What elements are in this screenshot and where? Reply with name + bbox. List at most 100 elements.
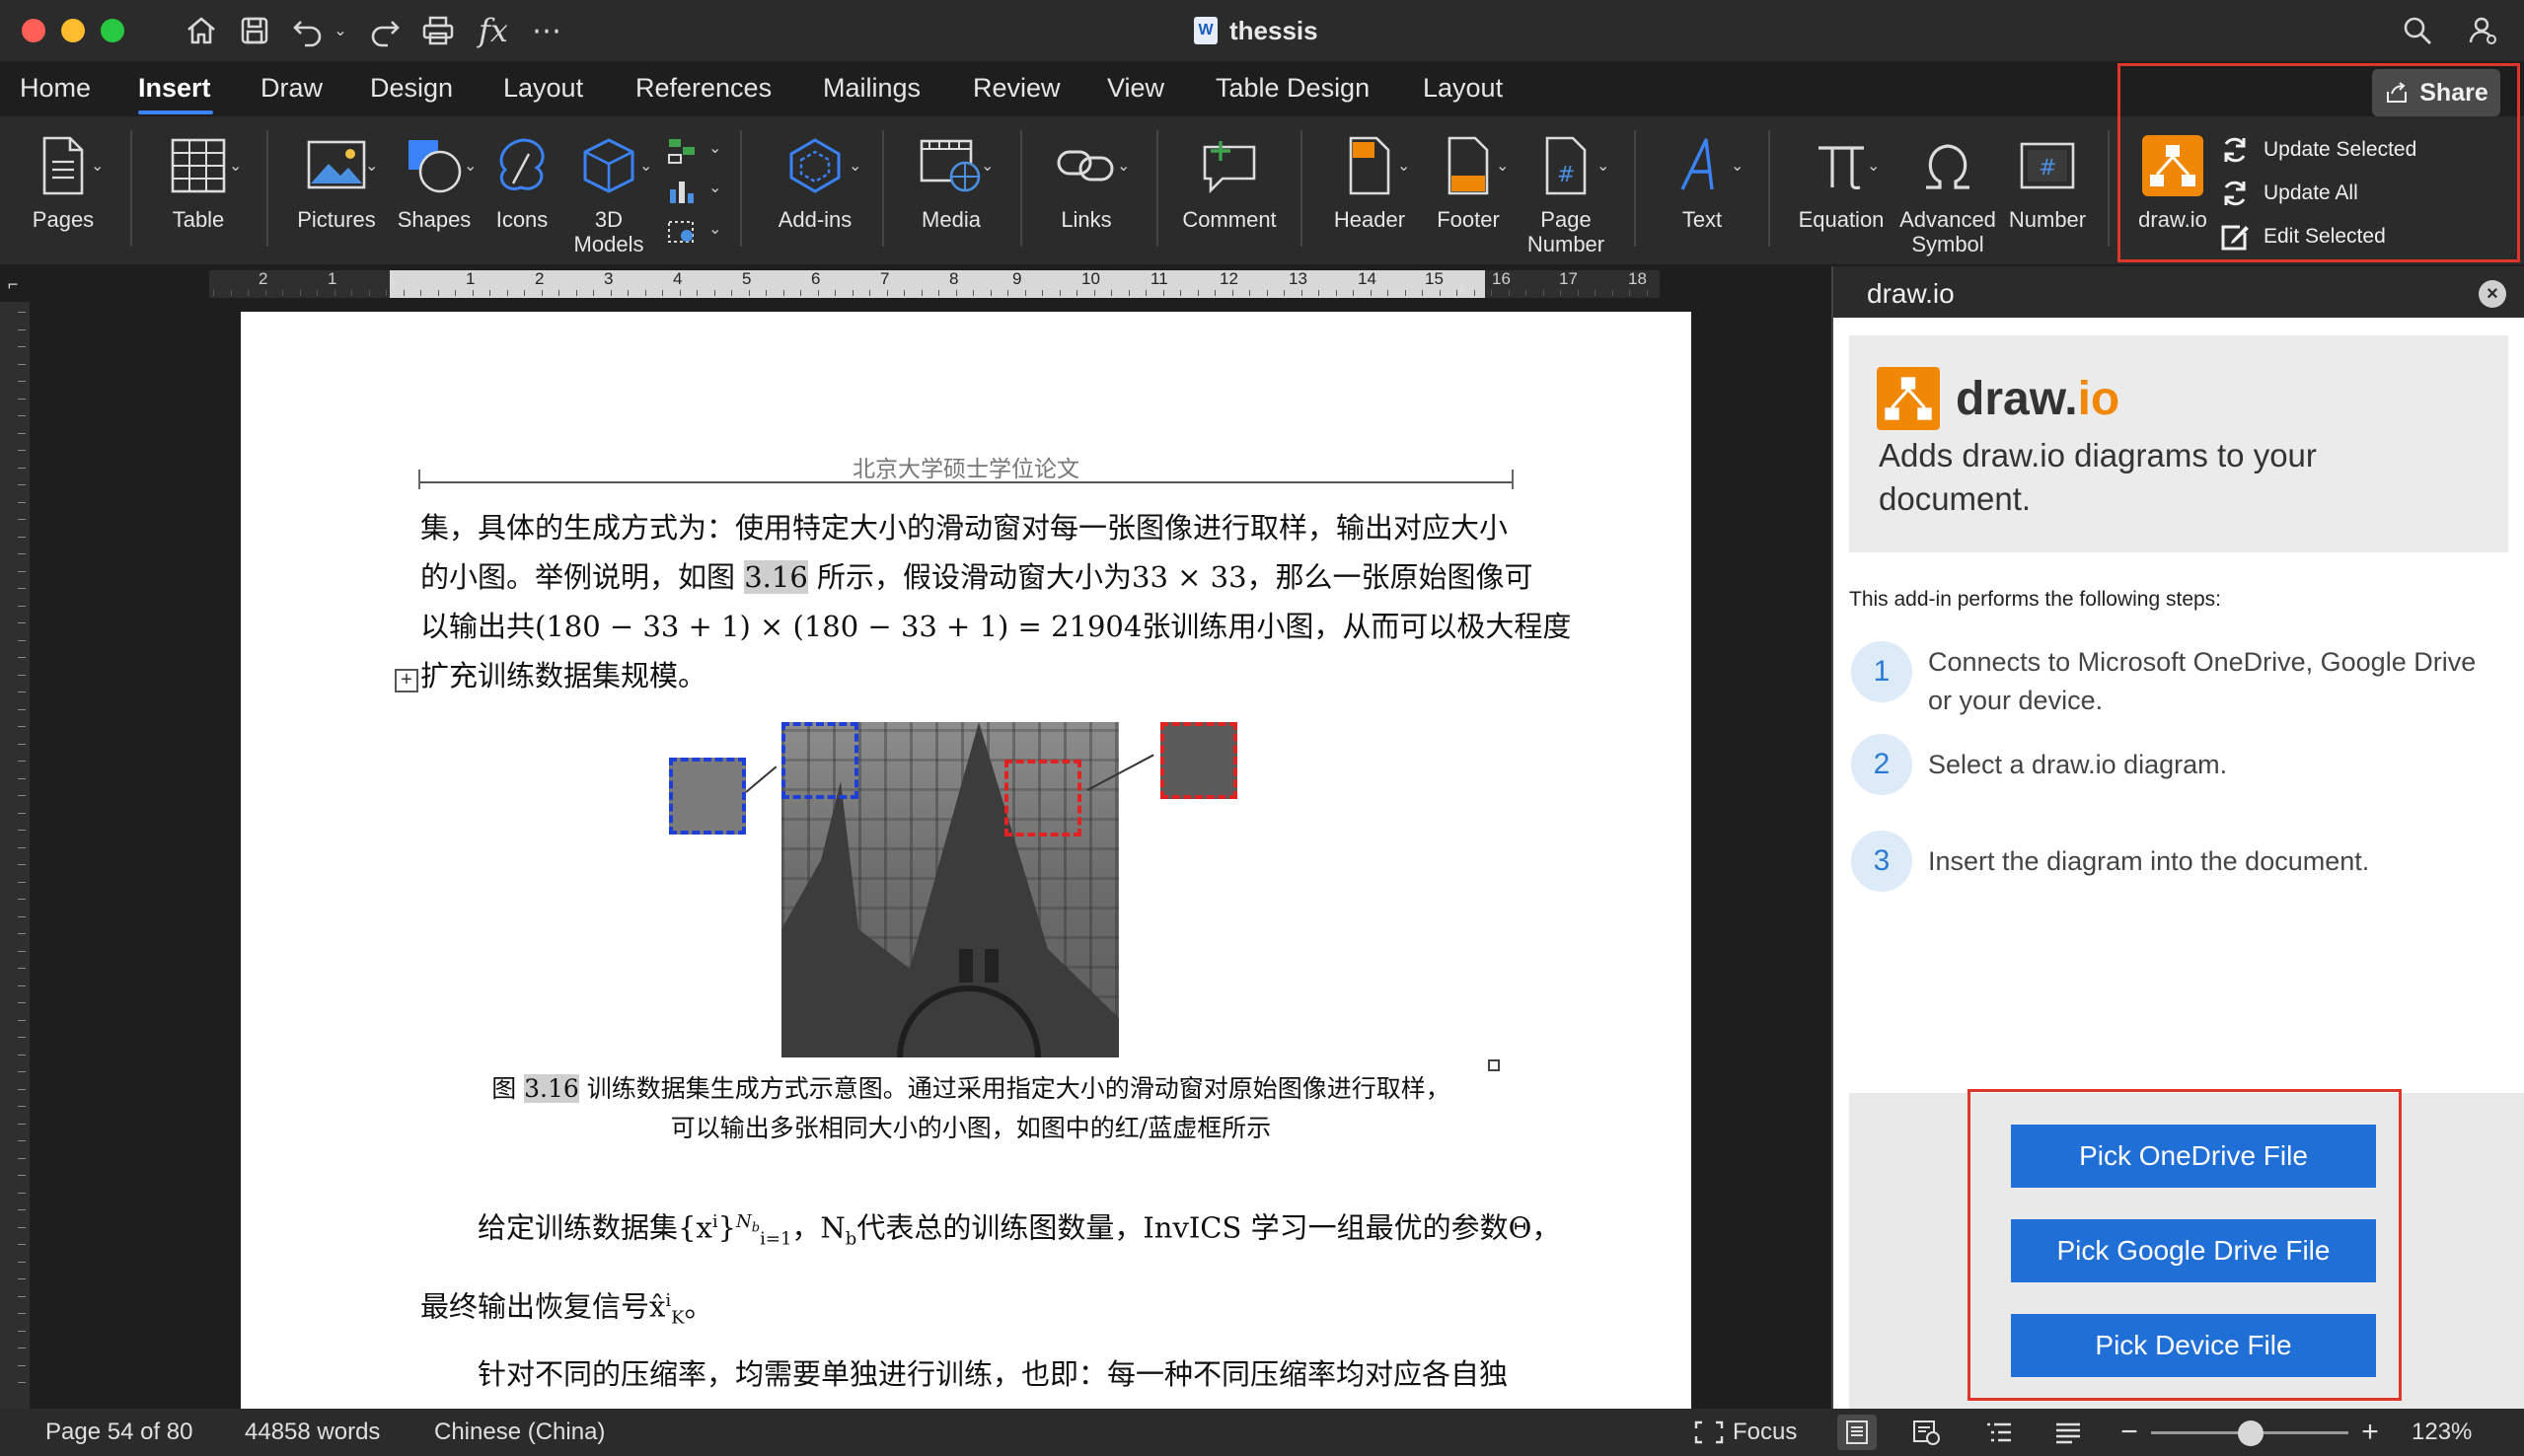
tab-design[interactable]: Design [370, 73, 453, 104]
tab-table-layout[interactable]: Layout [1423, 73, 1503, 104]
page-count[interactable]: Page 54 of 80 [45, 1419, 192, 1446]
tab-table-design[interactable]: Table Design [1216, 73, 1370, 104]
add-ins-dropdown-chevron-icon[interactable]: ⌄ [849, 156, 861, 176]
pages-dropdown-chevron-icon[interactable]: ⌄ [91, 156, 104, 176]
search-icon[interactable] [2398, 12, 2437, 49]
word-count[interactable]: 44858 words [245, 1419, 380, 1446]
maximize-window-button[interactable] [101, 19, 124, 42]
tab-layout[interactable]: Layout [503, 73, 583, 104]
vertical-ruler[interactable] [0, 302, 30, 1409]
shapes-dropdown-chevron-icon[interactable]: ⌄ [464, 156, 477, 176]
media-dropdown-chevron-icon[interactable]: ⌄ [981, 156, 994, 176]
pictures-button[interactable]: Pictures [292, 130, 381, 232]
smartart-dropdown-chevron-icon[interactable]: ⌄ [708, 138, 721, 158]
pictures-dropdown-chevron-icon[interactable]: ⌄ [365, 156, 378, 176]
pick-google-drive-file-button[interactable]: Pick Google Drive File [2011, 1219, 2376, 1282]
document-canvas[interactable]: 北京大学硕士学位论文 集，具体的生成方式为：使用特定大小的滑动窗对每一张图像进行… [30, 302, 1835, 1409]
outline-view-icon[interactable] [1979, 1415, 2019, 1450]
tab-draw[interactable]: Draw [260, 73, 323, 104]
draft-view-icon[interactable] [2048, 1415, 2088, 1450]
update-selected-button[interactable]: Update Selected [2220, 136, 2416, 164]
figure-reference[interactable]: 3.16 [744, 560, 808, 594]
print-icon[interactable] [418, 12, 458, 49]
zoom-level[interactable]: 123% [2412, 1419, 2472, 1446]
tab-mailings[interactable]: Mailings [823, 73, 921, 104]
zoom-out-icon[interactable]: − [2110, 1415, 2149, 1450]
links-button[interactable]: Links [1042, 130, 1131, 232]
footer-dropdown-chevron-icon[interactable]: ⌄ [1496, 156, 1509, 176]
paragraph-line[interactable]: 针对不同的压缩率，均需要单独进行训练，也即：每一种不同压缩率均对应各自独 [478, 1349, 1583, 1399]
paragraph-line[interactable]: 的小图。举例说明，如图 3.16 所示，假设滑动窗大小为33 × 33，那么一张… [420, 552, 1533, 602]
tab-insert[interactable]: Insert [138, 73, 211, 104]
media-button[interactable]: Media [904, 130, 999, 232]
add-ins-button[interactable]: Add-ins [766, 130, 864, 232]
text-button[interactable]: Text [1660, 130, 1745, 232]
paragraph-line[interactable]: 集，具体的生成方式为：使用特定大小的滑动窗对每一张图像进行取样，输出对应大小 [420, 503, 1525, 552]
web-layout-icon[interactable] [1906, 1415, 1946, 1450]
paragraph-line[interactable]: 最终输出恢复信号x̂iK。 [420, 1276, 1525, 1343]
page-number-button[interactable]: # Page Number [1520, 130, 1612, 256]
home-icon[interactable] [182, 12, 221, 49]
minimize-window-button[interactable] [61, 19, 85, 42]
screenshot-dropdown-chevron-icon[interactable]: ⌄ [708, 219, 721, 239]
focus-icon[interactable] [1689, 1415, 1729, 1450]
print-layout-icon[interactable] [1837, 1415, 1877, 1450]
smartart-icon[interactable] [665, 134, 699, 168]
edit-selected-button[interactable]: Edit Selected [2220, 223, 2386, 251]
shapes-button[interactable]: Shapes [393, 130, 476, 232]
chart-dropdown-chevron-icon[interactable]: ⌄ [708, 178, 721, 197]
footer-button[interactable]: Footer [1427, 130, 1510, 232]
right-indent-marker-icon[interactable]: ▲ [1452, 272, 1472, 302]
share-button[interactable]: Share [2372, 69, 2500, 116]
paragraph-line[interactable]: 扩充训练数据集规模。 [420, 651, 1525, 700]
paragraph-line[interactable]: 以输出共(180 − 33 + 1) × (180 − 33 + 1) = 21… [420, 602, 1571, 651]
header-dropdown-chevron-icon[interactable]: ⌄ [1397, 156, 1410, 176]
3d-models-button[interactable]: 3D Models [566, 130, 651, 256]
text-dropdown-chevron-icon[interactable]: ⌄ [1731, 156, 1744, 176]
close-window-button[interactable] [22, 19, 45, 42]
pick-device-file-button[interactable]: Pick Device File [2011, 1314, 2376, 1377]
update-all-button[interactable]: Update All [2220, 180, 2358, 207]
comment-button[interactable]: Comment [1178, 130, 1281, 232]
tab-home[interactable]: Home [20, 73, 91, 104]
redo-icon[interactable] [365, 12, 405, 49]
more-icon[interactable]: ⋯ [527, 12, 566, 49]
focus-button[interactable]: Focus [1733, 1419, 1797, 1446]
church-figure-image[interactable] [781, 722, 1119, 1057]
function-icon[interactable]: fx [474, 12, 513, 49]
advanced-symbol-button[interactable]: Advanced Symbol [1894, 130, 2001, 256]
zoom-in-icon[interactable]: + [2350, 1415, 2390, 1450]
3d-models-dropdown-chevron-icon[interactable]: ⌄ [639, 156, 652, 176]
table-dropdown-chevron-icon[interactable]: ⌄ [229, 156, 242, 176]
equation-button[interactable]: Equation [1792, 130, 1891, 232]
pages-button[interactable]: Pages [26, 130, 101, 232]
tab-review[interactable]: Review [973, 73, 1061, 104]
icons-button[interactable]: Icons [487, 130, 557, 232]
close-pane-icon[interactable]: × [2479, 280, 2506, 308]
equation-dropdown-chevron-icon[interactable]: ⌄ [1867, 156, 1880, 176]
move-handle-icon[interactable]: + [395, 669, 418, 692]
document-page[interactable]: 北京大学硕士学位论文 集，具体的生成方式为：使用特定大小的滑动窗对每一张图像进行… [241, 312, 1691, 1409]
language-indicator[interactable]: Chinese (China) [434, 1419, 605, 1446]
page-number-dropdown-chevron-icon[interactable]: ⌄ [1596, 156, 1609, 176]
account-icon[interactable] [2463, 12, 2502, 49]
table-button[interactable]: Table [154, 130, 243, 232]
pick-onedrive-file-button[interactable]: Pick OneDrive File [2011, 1125, 2376, 1188]
tab-stop-selector-icon[interactable]: ⌐ [0, 266, 26, 302]
caption-number[interactable]: 3.16 [524, 1074, 579, 1103]
undo-icon[interactable] [288, 12, 328, 49]
save-icon[interactable] [235, 12, 274, 49]
tab-view[interactable]: View [1107, 73, 1164, 104]
screenshot-icon[interactable] [665, 215, 699, 249]
undo-dropdown-chevron-icon[interactable]: ⌄ [330, 12, 351, 49]
links-dropdown-chevron-icon[interactable]: ⌄ [1117, 156, 1130, 176]
number-button[interactable]: # Number [2005, 130, 2090, 232]
header-button[interactable]: Header [1328, 130, 1411, 232]
horizontal-ruler[interactable]: ⌐ 2 1 1 2 3 4 5 6 7 8 9 10 11 12 13 14 1… [0, 266, 1835, 302]
paragraph-line[interactable]: 给定训练数据集{xi}Nbi=1，Nb代表总的训练图数量，InvICS 学习一组… [478, 1198, 1583, 1264]
zoom-slider-thumb[interactable] [2238, 1420, 2264, 1446]
indent-marker-icon[interactable]: ▼ [383, 266, 405, 302]
tab-references[interactable]: References [635, 73, 772, 104]
paragraph-line[interactable]: 立的模型，但是网络设计相同。 [420, 1399, 1525, 1409]
drawio-button[interactable]: draw.io [2131, 130, 2214, 232]
